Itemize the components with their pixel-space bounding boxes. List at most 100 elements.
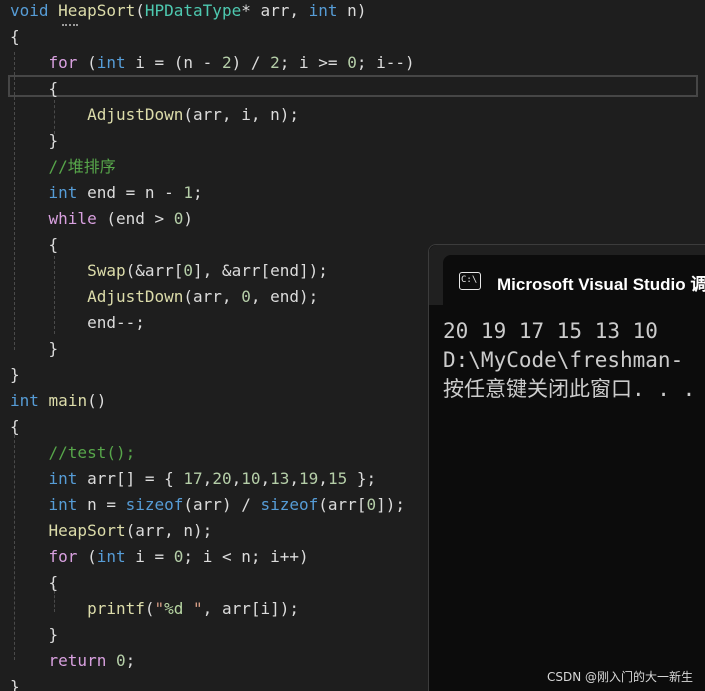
- code-token: (): [87, 391, 107, 410]
- code-token: 0: [173, 547, 184, 566]
- code-token: arr[] = {: [77, 469, 184, 488]
- code-line: HeapSort(arr, n);: [10, 518, 213, 544]
- code-token: int: [308, 1, 338, 20]
- code-token: ,: [318, 469, 328, 488]
- code-token: ; i >=: [279, 53, 348, 72]
- code-token: ": [154, 599, 165, 618]
- code-token: (arr[: [318, 495, 367, 514]
- code-token: ,: [231, 469, 242, 488]
- code-token: ;: [125, 651, 136, 670]
- code-token: return: [48, 651, 107, 670]
- code-token: (end >: [96, 209, 174, 228]
- code-line: AdjustDown(arr, 0, end);: [10, 284, 318, 310]
- code-line: {: [10, 414, 20, 440]
- code-token: (arr,: [183, 287, 242, 306]
- code-token: {: [10, 79, 59, 98]
- code-token: n): [337, 1, 367, 20]
- code-token: i =: [125, 547, 174, 566]
- code-token: 20: [212, 469, 232, 488]
- code-token: 1: [183, 183, 194, 202]
- code-token: 0: [115, 651, 126, 670]
- code-line: int main(): [10, 388, 106, 414]
- code-token: sizeof: [260, 495, 319, 514]
- console-output-line: D:\MyCode\freshman-: [443, 348, 684, 372]
- code-token: }: [10, 625, 59, 644]
- code-line: }: [10, 336, 59, 362]
- console-output-line: 按任意键关闭此窗口. . .: [443, 377, 696, 401]
- code-token: ": [183, 599, 203, 618]
- code-token: end = n -: [77, 183, 184, 202]
- code-token: end--;: [10, 313, 145, 332]
- code-token: HeapSort: [48, 521, 126, 540]
- code-token: for: [48, 547, 78, 566]
- code-line: for (int i = (n - 2) / 2; i >= 0; i--): [10, 50, 415, 76]
- code-token: 15: [327, 469, 348, 488]
- code-token: , arr[i]);: [202, 599, 299, 618]
- debug-console-window[interactable]: C:\ Microsoft Visual Studio 调 20 19 17 1…: [428, 244, 705, 691]
- code-token: {: [10, 417, 20, 436]
- code-line: //test();: [10, 440, 136, 466]
- code-token: Swap: [87, 261, 126, 280]
- code-token: //test();: [48, 443, 136, 462]
- code-token: ) /: [231, 53, 271, 72]
- code-token: printf: [87, 599, 145, 618]
- code-line: {: [10, 570, 59, 596]
- code-token: int: [96, 547, 126, 566]
- code-line: }: [10, 362, 20, 388]
- code-token: 2: [221, 53, 232, 72]
- current-line-highlight: [8, 75, 698, 97]
- code-line: while (end > 0): [10, 206, 194, 232]
- code-token: {: [10, 573, 59, 592]
- code-token: 2: [270, 53, 280, 72]
- code-line: int end = n - 1;: [10, 180, 203, 206]
- code-token: i = (n -: [125, 53, 222, 72]
- code-line: int arr[] = { 17,20,10,13,19,15 };: [10, 466, 377, 492]
- code-line: }: [10, 622, 59, 648]
- console-title: Microsoft Visual Studio 调: [497, 275, 705, 294]
- code-token: void: [10, 1, 49, 20]
- code-token: for: [48, 53, 78, 72]
- code-token: int: [10, 391, 39, 410]
- console-tab[interactable]: C:\ Microsoft Visual Studio 调: [443, 255, 705, 305]
- console-app-icon: C:\: [459, 272, 481, 290]
- code-line: {: [10, 76, 59, 102]
- code-line: //堆排序: [10, 154, 116, 180]
- code-token: while: [48, 209, 97, 228]
- code-token: HeapSort: [58, 1, 136, 20]
- code-token: ], &arr[end]);: [193, 261, 328, 280]
- code-token: HPDataType: [144, 1, 242, 20]
- console-output: 20 19 17 15 13 10 D:\MyCode\freshman- 按任…: [443, 317, 695, 404]
- code-token: AdjustDown: [87, 287, 184, 306]
- console-titlebar[interactable]: C:\ Microsoft Visual Studio 调: [429, 245, 705, 305]
- code-token: 10: [241, 469, 261, 488]
- code-token: 0: [366, 495, 377, 514]
- code-line: void HeapSort(HPDataType* arr, int n): [10, 0, 366, 24]
- code-token: int: [48, 495, 78, 514]
- code-line: printf("%d ", arr[i]);: [10, 596, 299, 622]
- watermark: CSDN @刚入门的大一新生: [546, 670, 693, 684]
- code-token: 0: [183, 261, 194, 280]
- code-line: int n = sizeof(arr) / sizeof(arr[0]);: [10, 492, 405, 518]
- code-token: 19: [299, 469, 319, 488]
- code-token: int: [96, 53, 126, 72]
- code-token: }: [10, 365, 20, 384]
- code-line: {: [10, 24, 20, 50]
- code-token: ;: [193, 183, 203, 202]
- code-token: * arr,: [241, 1, 309, 20]
- code-token: AdjustDown: [87, 105, 184, 124]
- code-token: ,: [289, 469, 300, 488]
- code-line: }: [10, 128, 59, 154]
- screenshot-root: void HeapSort(HPDataType* arr, int n){ f…: [0, 0, 705, 691]
- code-token: }: [10, 677, 20, 691]
